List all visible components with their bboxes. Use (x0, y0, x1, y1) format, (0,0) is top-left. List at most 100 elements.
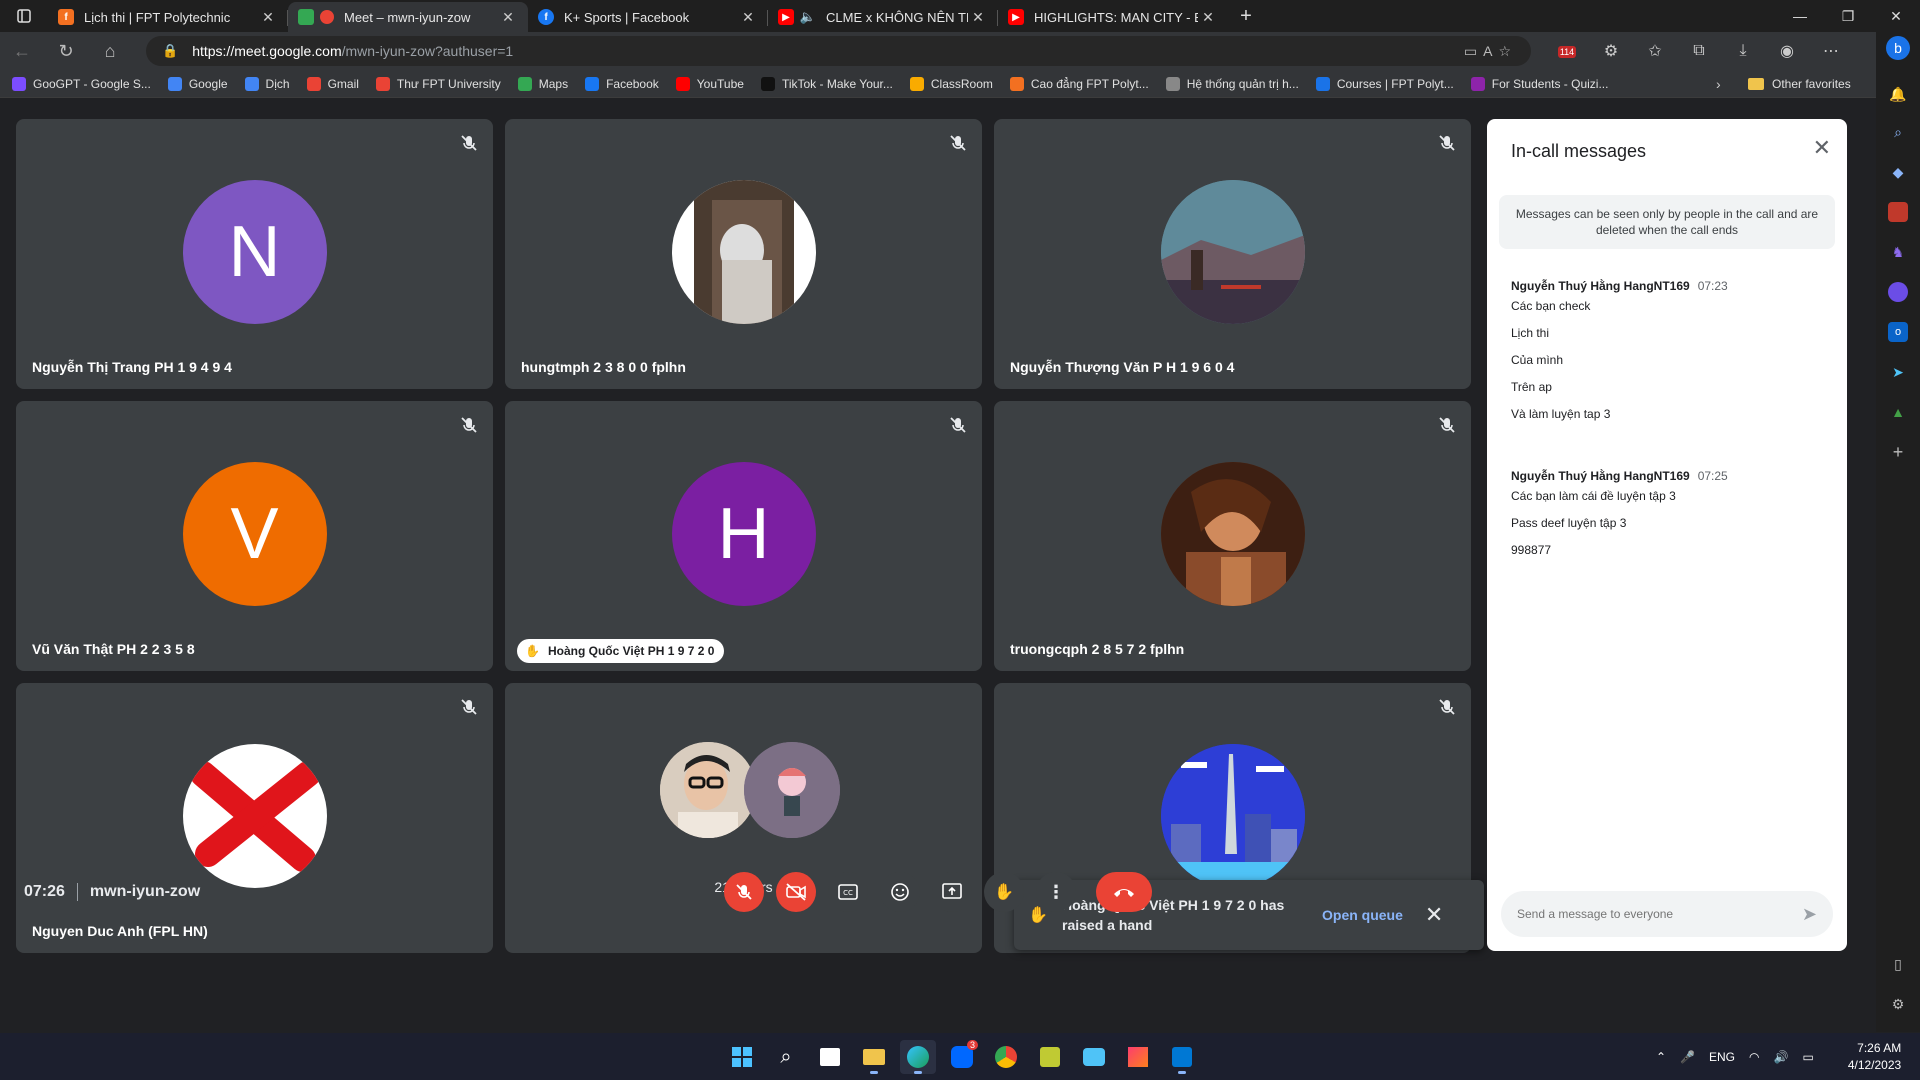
store-icon[interactable] (812, 1040, 848, 1074)
minimize-icon[interactable]: — (1776, 8, 1824, 25)
more-options-button[interactable]: ⋮ (1036, 872, 1076, 912)
volume-icon[interactable]: 🔊 (1774, 1050, 1789, 1064)
close-tab-icon[interactable]: ✕ (968, 9, 988, 26)
download-icon[interactable]: ⤓ (1721, 42, 1765, 60)
read-aloud-icon[interactable]: A (1483, 43, 1492, 59)
close-tab-icon[interactable]: ✕ (498, 9, 518, 26)
participant-tile[interactable]: truongcqph 2 8 5 7 2 fplhn (994, 401, 1471, 671)
close-icon[interactable]: ✕ (1813, 135, 1831, 161)
participant-tile[interactable]: Nguyễn Thượng Văn P H 1 9 6 0 4 (994, 119, 1471, 389)
zalo-icon[interactable]: 3 (944, 1040, 980, 1074)
refresh-icon[interactable]: ↻ (44, 41, 88, 62)
outlook-icon[interactable]: o (1888, 322, 1908, 342)
tab-youtube-clme[interactable]: ▶ 🔈 CLME x KHÔNG NÊN TIN VÀ ✕ (768, 2, 998, 32)
language-indicator[interactable]: ENG (1709, 1050, 1735, 1064)
jetbrains-icon[interactable] (1120, 1040, 1156, 1074)
bookmark-item[interactable]: Google (167, 76, 228, 91)
send-icon[interactable]: ➤ (1888, 362, 1908, 382)
lock-icon[interactable]: 🔒 (162, 43, 178, 59)
participant-tile[interactable]: Nguyen Duc Anh (FPL HN) (16, 683, 493, 953)
close-tab-icon[interactable]: ✕ (1198, 9, 1218, 26)
recording-icon (320, 10, 334, 24)
url-bar[interactable]: 🔒 https://meet.google.com/mwn-iyun-zow?a… (146, 36, 1531, 66)
paint-tool-icon[interactable] (1032, 1040, 1068, 1074)
bookmark-item[interactable]: Courses | FPT Polyt... (1315, 76, 1454, 91)
favorites-icon[interactable]: ✩ (1633, 41, 1677, 61)
present-screen-button[interactable] (932, 872, 972, 912)
bookmark-item[interactable]: For Students - Quizi... (1470, 76, 1608, 91)
clock[interactable]: 7:26 AM 4/12/2023 (1848, 1040, 1901, 1074)
weather-app-icon[interactable] (1076, 1040, 1112, 1074)
participant-tile[interactable]: H ✋ Hoàng Quốc Việt PH 1 9 7 2 0 (505, 401, 982, 671)
bookmark-item[interactable]: GooGPT - Google S... (12, 76, 151, 91)
participant-tile[interactable]: N Nguyễn Thị Trang PH 1 9 4 9 4 (16, 119, 493, 389)
bookmark-item[interactable]: YouTube (675, 76, 744, 91)
windows-start-icon[interactable] (724, 1040, 760, 1074)
wifi-icon[interactable]: ◠ (1749, 1050, 1759, 1064)
tree-icon[interactable]: ▲ (1888, 402, 1908, 422)
leave-call-button[interactable] (1096, 872, 1152, 912)
close-toast-icon[interactable]: ✕ (1425, 902, 1443, 928)
shopping-icon[interactable]: ◆ (1888, 162, 1908, 182)
other-favorites[interactable]: Other favorites (1748, 77, 1851, 91)
bookmark-item[interactable]: TikTok - Make Your... (760, 76, 893, 91)
mic-toggle-button[interactable] (724, 872, 764, 912)
search-icon[interactable]: ⌕ (1888, 122, 1908, 142)
bing-icon[interactable]: b (1886, 36, 1910, 60)
restore-icon[interactable]: ❐ (1824, 8, 1872, 25)
file-explorer-icon[interactable] (856, 1040, 892, 1074)
battery-icon[interactable]: ▭ (1802, 1050, 1813, 1064)
settings-icon[interactable]: ⚙ (1888, 994, 1908, 1014)
message-input[interactable] (1517, 907, 1802, 921)
profile-icon[interactable]: ◉ (1765, 41, 1809, 61)
microphone-icon[interactable]: 🎤 (1680, 1050, 1695, 1064)
bookmark-item[interactable]: Thư FPT University (375, 76, 501, 91)
open-queue-button[interactable]: Open queue (1322, 907, 1403, 923)
tools-icon[interactable] (1888, 202, 1908, 222)
chrome-icon[interactable] (988, 1040, 1024, 1074)
tab-lich-thi[interactable]: f Lịch thi | FPT Polytechnic ✕ (48, 2, 288, 32)
close-tab-icon[interactable]: ✕ (258, 9, 278, 26)
search-icon[interactable]: ⌕ (768, 1040, 804, 1074)
bookmark-item[interactable]: Facebook (585, 76, 659, 91)
close-tab-icon[interactable]: ✕ (738, 9, 758, 26)
vscode-icon[interactable] (1164, 1040, 1200, 1074)
chevron-up-icon[interactable]: ⌃ (1656, 1050, 1666, 1064)
edge-icon[interactable] (900, 1040, 936, 1074)
reactions-button[interactable] (880, 872, 920, 912)
speaker-icon[interactable]: 🔈 (800, 9, 816, 25)
games-icon[interactable]: ♞ (1888, 242, 1908, 262)
participant-tile[interactable]: V Vũ Văn Thật PH 2 2 3 5 8 (16, 401, 493, 671)
tab-meet[interactable]: Meet – mwn-iyun-zow ✕ (288, 2, 528, 32)
copilot-icon[interactable] (1888, 282, 1908, 302)
extension-badge-icon[interactable]: 114 (1545, 42, 1589, 60)
bookmark-item[interactable]: Cao đẳng FPT Polyt... (1009, 76, 1149, 91)
tab-youtube-highlights[interactable]: ▶ HIGHLIGHTS: MAN CITY - BAYER ✕ (998, 2, 1228, 32)
extensions-icon[interactable]: ⚙ (1589, 41, 1633, 61)
bookmark-item[interactable]: Hệ thống quản trị h... (1165, 76, 1299, 91)
collections-icon[interactable]: ⧉ (1677, 42, 1721, 60)
sidebar-layout-icon[interactable]: ▯ (1888, 954, 1908, 974)
new-tab-button[interactable]: + (1228, 5, 1264, 28)
others-tile[interactable]: 21 others (505, 683, 982, 953)
bookmark-item[interactable]: Gmail (306, 76, 359, 91)
raise-hand-button[interactable]: ✋ (984, 872, 1024, 912)
captions-button[interactable]: CC (828, 872, 868, 912)
back-icon[interactable]: ← (0, 41, 44, 62)
bookmark-item[interactable]: ClassRoom (909, 76, 993, 91)
send-icon[interactable]: ➤ (1802, 904, 1817, 925)
camera-toggle-button[interactable] (776, 872, 816, 912)
home-icon[interactable]: ⌂ (88, 41, 132, 62)
participant-tile[interactable]: hungtmph 2 3 8 0 0 fplhn (505, 119, 982, 389)
close-window-icon[interactable]: ✕ (1872, 8, 1920, 25)
tab-actions-icon[interactable] (0, 0, 48, 32)
favorite-star-icon[interactable]: ☆ (1498, 43, 1511, 60)
bell-icon[interactable]: 🔔 (1888, 84, 1908, 104)
camera-icon[interactable]: ▭ (1464, 43, 1477, 60)
tab-facebook[interactable]: f K+ Sports | Facebook ✕ (528, 2, 768, 32)
bookmark-item[interactable]: Maps (517, 76, 568, 91)
chevron-right-icon[interactable]: › (1716, 76, 1721, 92)
add-icon[interactable]: + (1888, 442, 1908, 462)
more-icon[interactable]: ⋯ (1809, 41, 1853, 61)
bookmark-item[interactable]: Dịch (244, 76, 290, 91)
